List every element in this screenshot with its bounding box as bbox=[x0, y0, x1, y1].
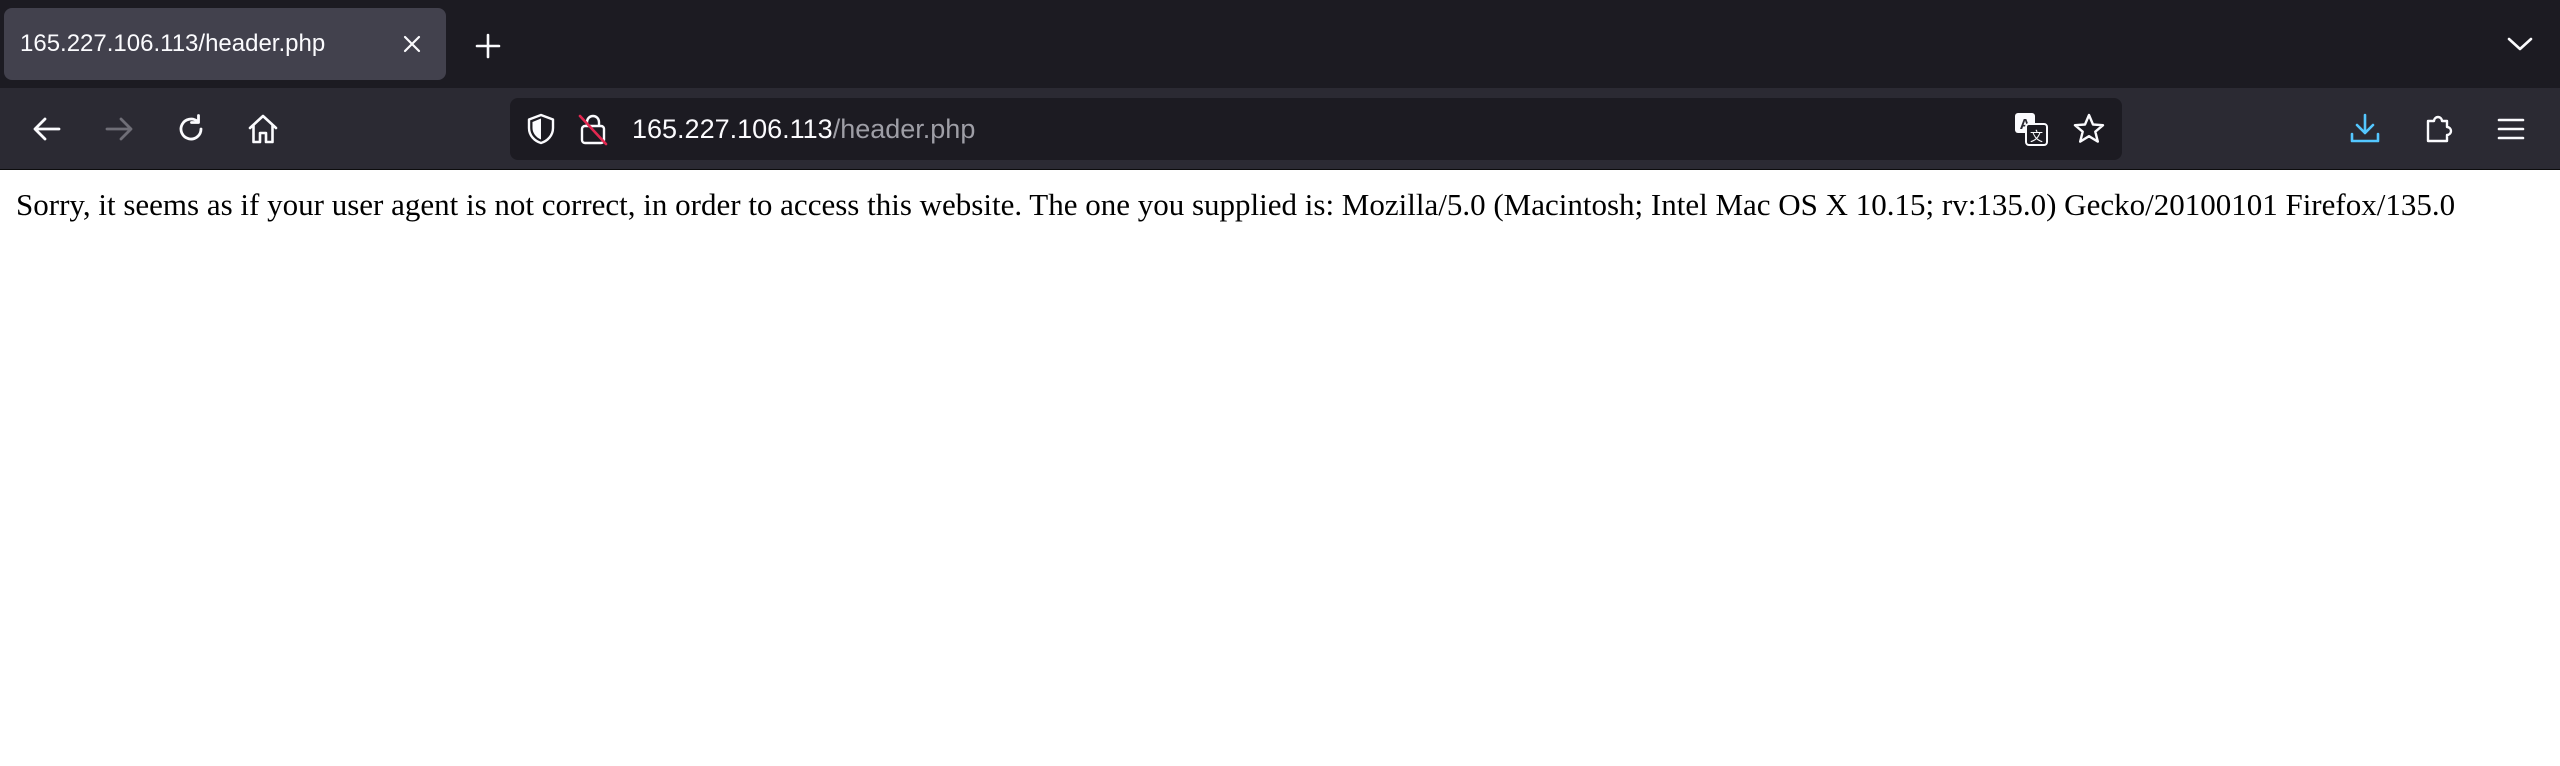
navigation-toolbar: 165.227.106.113/header.php A 文 bbox=[0, 88, 2560, 170]
reload-icon bbox=[179, 114, 203, 141]
page-content: Sorry, it seems as if your user agent is… bbox=[0, 171, 2560, 766]
plus-icon bbox=[475, 33, 501, 59]
list-all-tabs-button[interactable] bbox=[2500, 24, 2540, 64]
home-icon bbox=[248, 114, 278, 144]
url-host: 165.227.106.113 bbox=[632, 114, 833, 144]
hamburger-menu-icon bbox=[2497, 118, 2525, 140]
translate-icon[interactable]: A 文 bbox=[2012, 110, 2050, 148]
user-agent-error-message: Sorry, it seems as if your user agent is… bbox=[16, 187, 2456, 222]
extensions-button[interactable] bbox=[2416, 106, 2462, 152]
browser-window: 165.227.106.113/header.php 165.227.106.1… bbox=[0, 0, 2560, 766]
new-tab-button[interactable] bbox=[468, 26, 508, 66]
svg-text:文: 文 bbox=[2030, 130, 2043, 145]
download-icon bbox=[2350, 113, 2380, 143]
tracking-protection-shield-icon[interactable] bbox=[524, 112, 558, 146]
arrow-right-icon bbox=[105, 117, 133, 141]
arrow-left-icon bbox=[33, 117, 61, 141]
reload-button[interactable] bbox=[168, 106, 214, 152]
bookmark-star-icon[interactable] bbox=[2070, 110, 2108, 148]
forward-button[interactable] bbox=[96, 106, 142, 152]
home-button[interactable] bbox=[240, 106, 286, 152]
chevron-down-icon bbox=[2507, 37, 2533, 51]
puzzle-icon bbox=[2426, 115, 2453, 143]
insecure-connection-lock-icon[interactable] bbox=[576, 112, 610, 146]
url-text[interactable]: 165.227.106.113/header.php bbox=[632, 98, 975, 160]
back-button[interactable] bbox=[24, 106, 70, 152]
application-menu-button[interactable] bbox=[2488, 106, 2534, 152]
tab-title: 165.227.106.113/header.php bbox=[20, 30, 326, 57]
downloads-button[interactable] bbox=[2342, 106, 2388, 152]
address-bar[interactable]: 165.227.106.113/header.php A 文 bbox=[510, 98, 2122, 160]
url-path: /header.php bbox=[832, 114, 976, 144]
tab-strip: 165.227.106.113/header.php bbox=[0, 0, 2560, 88]
active-tab[interactable]: 165.227.106.113/header.php bbox=[4, 8, 446, 80]
tab-close-icon[interactable] bbox=[396, 28, 428, 60]
